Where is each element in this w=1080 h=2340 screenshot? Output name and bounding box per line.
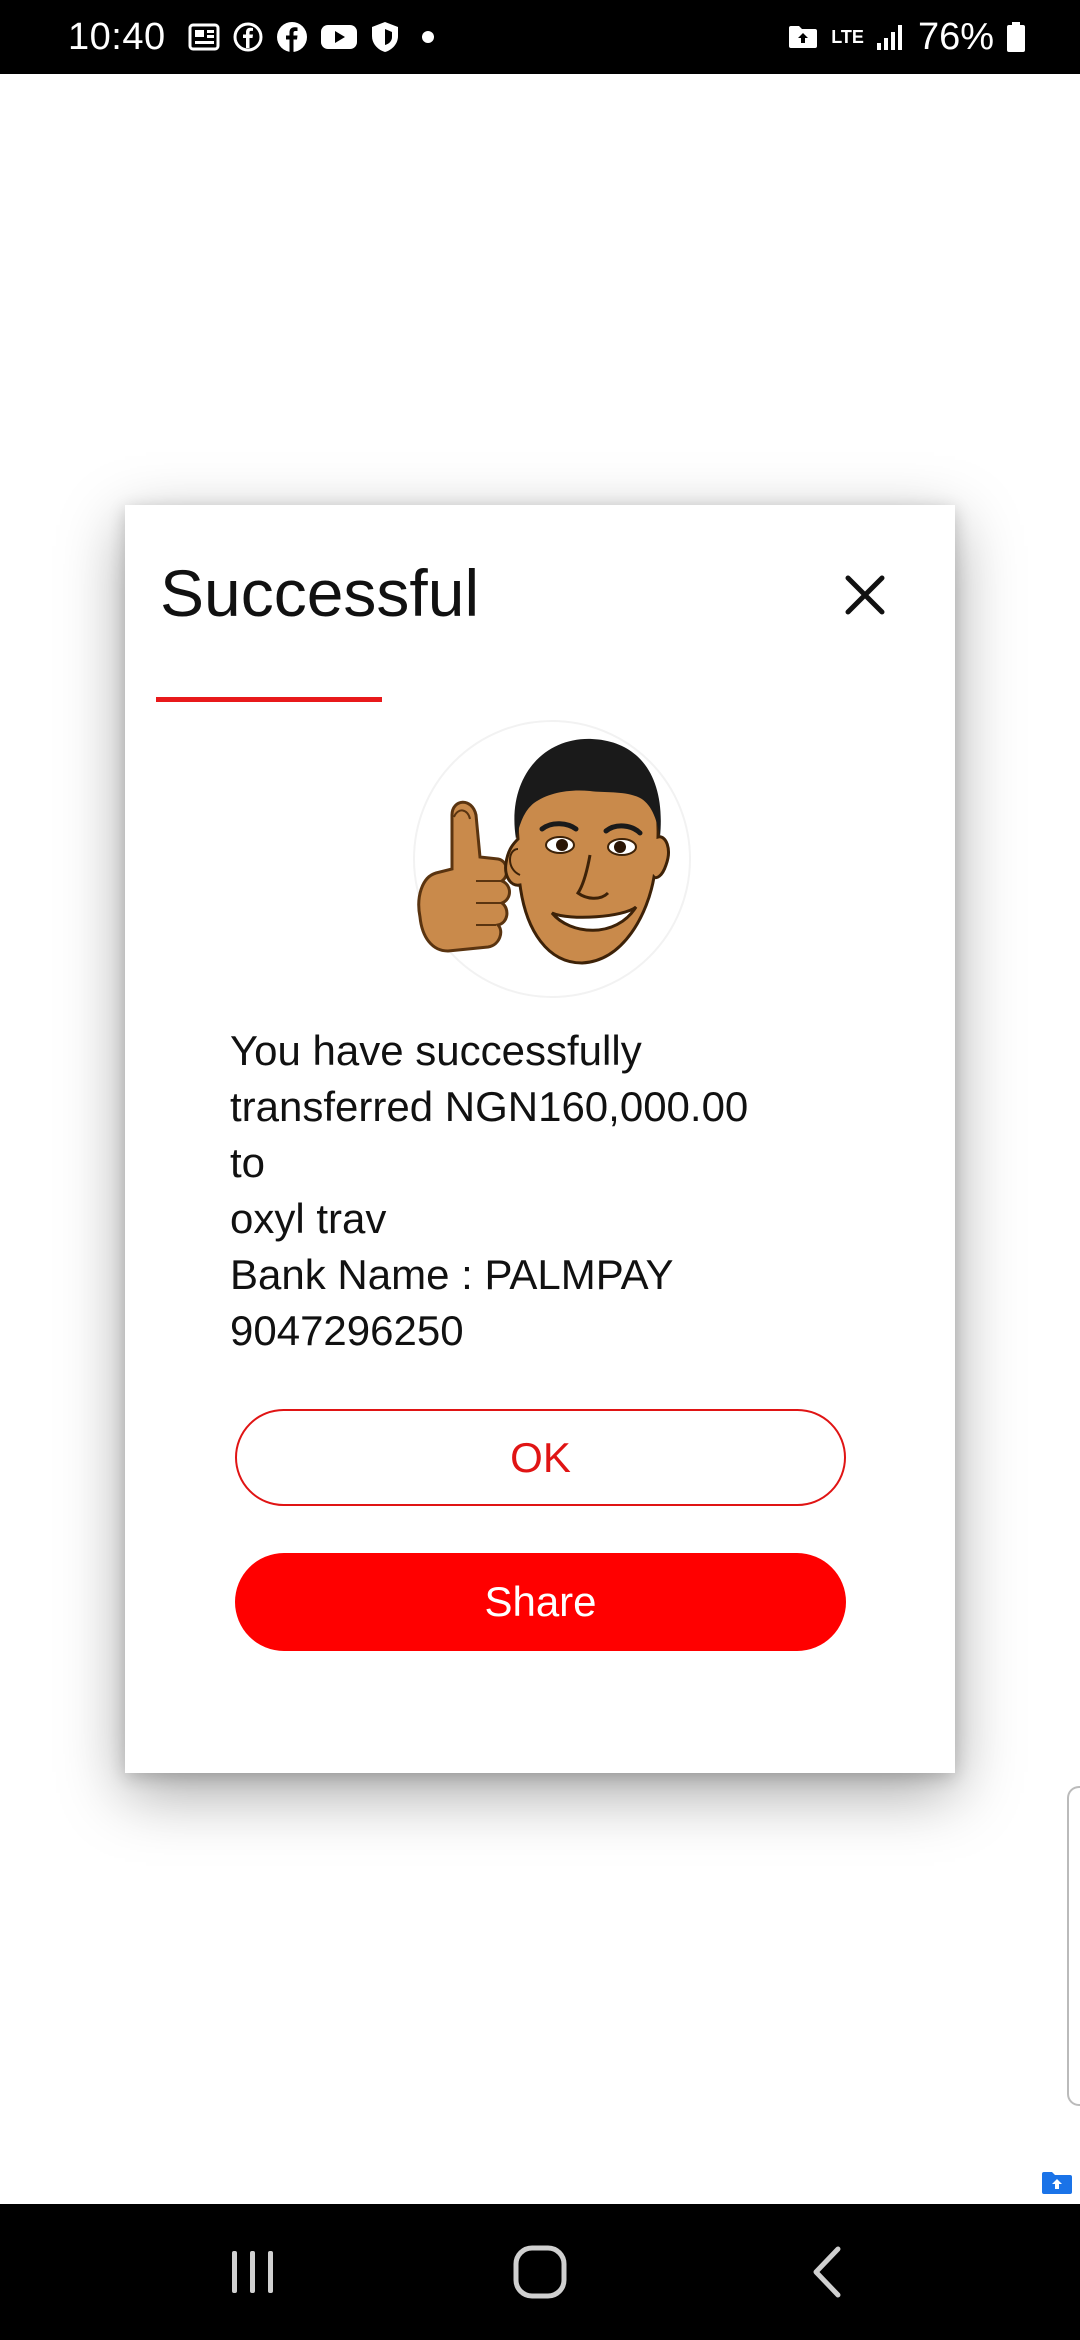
lte-label: LTE (831, 27, 864, 47)
close-button[interactable] (830, 560, 900, 630)
back-button[interactable] (767, 2222, 887, 2322)
success-message: You have successfully transferred NGN160… (230, 1023, 870, 1359)
upload-folder-icon (787, 24, 819, 50)
news-icon (188, 22, 220, 52)
notification-dot (421, 31, 434, 43)
signal-icon (876, 23, 906, 51)
facebook-outline-icon (232, 21, 264, 53)
share-button[interactable]: Share (235, 1553, 846, 1651)
status-right: LTE 76% (787, 16, 1026, 59)
status-bar: 10:40 LTE 76% (0, 0, 1080, 74)
youtube-icon (320, 23, 358, 51)
close-icon (845, 575, 885, 615)
home-button[interactable] (480, 2222, 600, 2322)
thumbs-up-avatar-icon (410, 717, 695, 1002)
message-line-amount: transferred NGN160,000.00 (230, 1083, 749, 1130)
recents-icon (232, 2251, 274, 2293)
title-underline (156, 697, 382, 702)
message-line: You have successfully (230, 1027, 642, 1074)
ok-button[interactable]: OK (235, 1409, 846, 1506)
facebook-icon (276, 21, 308, 53)
lte-icon: LTE (831, 28, 864, 46)
dialog-title: Successful (160, 556, 480, 630)
status-left: 10:40 (68, 16, 434, 59)
navigation-bar (0, 2204, 1080, 2340)
edge-panel-handle[interactable] (1067, 1786, 1080, 2106)
home-icon (513, 2245, 567, 2299)
battery-percent: 76% (917, 15, 994, 58)
recipient-name: oxyl trav (230, 1195, 387, 1242)
account-number: 9047296250 (230, 1307, 464, 1354)
success-dialog: Successful You have successfully transfe… (125, 505, 955, 1773)
back-icon (813, 2246, 841, 2298)
battery-icon (1006, 21, 1026, 53)
recents-button[interactable] (193, 2222, 313, 2322)
status-time: 10:40 (68, 15, 166, 58)
message-line: to (230, 1139, 266, 1186)
bank-name: Bank Name : PALMPAY (230, 1251, 674, 1298)
shield-icon (370, 21, 400, 53)
upload-badge-icon (1040, 2170, 1074, 2196)
